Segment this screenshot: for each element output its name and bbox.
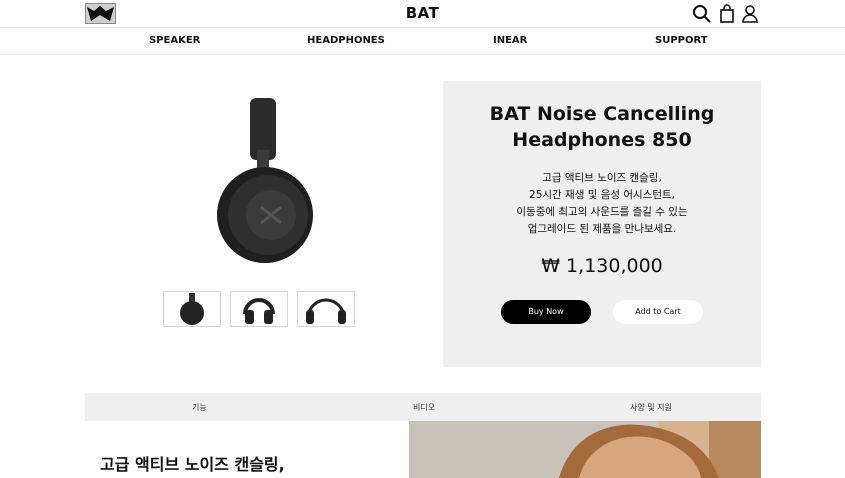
- product-description-line: 업그레이드 된 제품을 만나보세요.: [527, 223, 677, 235]
- tab-video[interactable]: 비디오: [413, 402, 435, 413]
- headphone-angle-thumb-icon: [243, 298, 275, 324]
- product-title: BAT Noise Cancelling Headphones 850: [443, 101, 761, 153]
- nav-item-headphones[interactable]: HEADPHONES: [307, 35, 385, 46]
- product-thumbnail[interactable]: [230, 291, 288, 327]
- tab-specs-support[interactable]: 사양 및 지원: [630, 402, 672, 413]
- product-tabs: 기능 비디오 사양 및 지원: [85, 393, 761, 421]
- main-nav: SPEAKER HEADPHONES INEAR SUPPORT: [0, 28, 845, 55]
- user-icon[interactable]: [740, 4, 760, 24]
- product-title-line: BAT Noise Cancelling: [489, 103, 715, 125]
- site-header: BAT: [0, 0, 845, 28]
- shopping-bag-icon[interactable]: [717, 4, 737, 24]
- product-description-line: 이동중에 최고의 사운드를 즐길 수 있는: [516, 206, 688, 218]
- tab-features[interactable]: 기능: [192, 402, 207, 413]
- lifestyle-photo: [409, 421, 761, 478]
- nav-item-support[interactable]: SUPPORT: [655, 35, 708, 46]
- product-description-line: 고급 액티브 노이즈 캔슬링,: [542, 172, 662, 184]
- product-price: ₩ 1,130,000: [541, 255, 663, 277]
- product-main-image: [217, 98, 313, 263]
- nav-item-inear[interactable]: INEAR: [493, 35, 527, 46]
- search-icon[interactable]: [692, 4, 712, 24]
- nav-item-speaker[interactable]: SPEAKER: [149, 35, 200, 46]
- product-description-line: 25시간 재생 및 음성 어시스턴트,: [529, 189, 675, 201]
- headphone-front-thumb-icon: [306, 298, 346, 324]
- headphone-side-thumb-icon: [180, 293, 204, 325]
- product-info-panel: BAT Noise Cancelling Headphones 850 고급 액…: [443, 81, 761, 367]
- product-thumbnail[interactable]: [163, 291, 221, 327]
- product-description: 고급 액티브 노이즈 캔슬링, 25시간 재생 및 음성 어시스턴트, 이동중에…: [443, 170, 761, 238]
- add-to-cart-button[interactable]: Add to Cart: [613, 300, 703, 324]
- buy-now-button[interactable]: Buy Now: [501, 300, 591, 324]
- product-title-line: Headphones 850: [512, 129, 692, 151]
- feature-heading: 고급 액티브 노이즈 캔슬링,: [100, 455, 285, 474]
- product-thumbnail[interactable]: [297, 291, 355, 327]
